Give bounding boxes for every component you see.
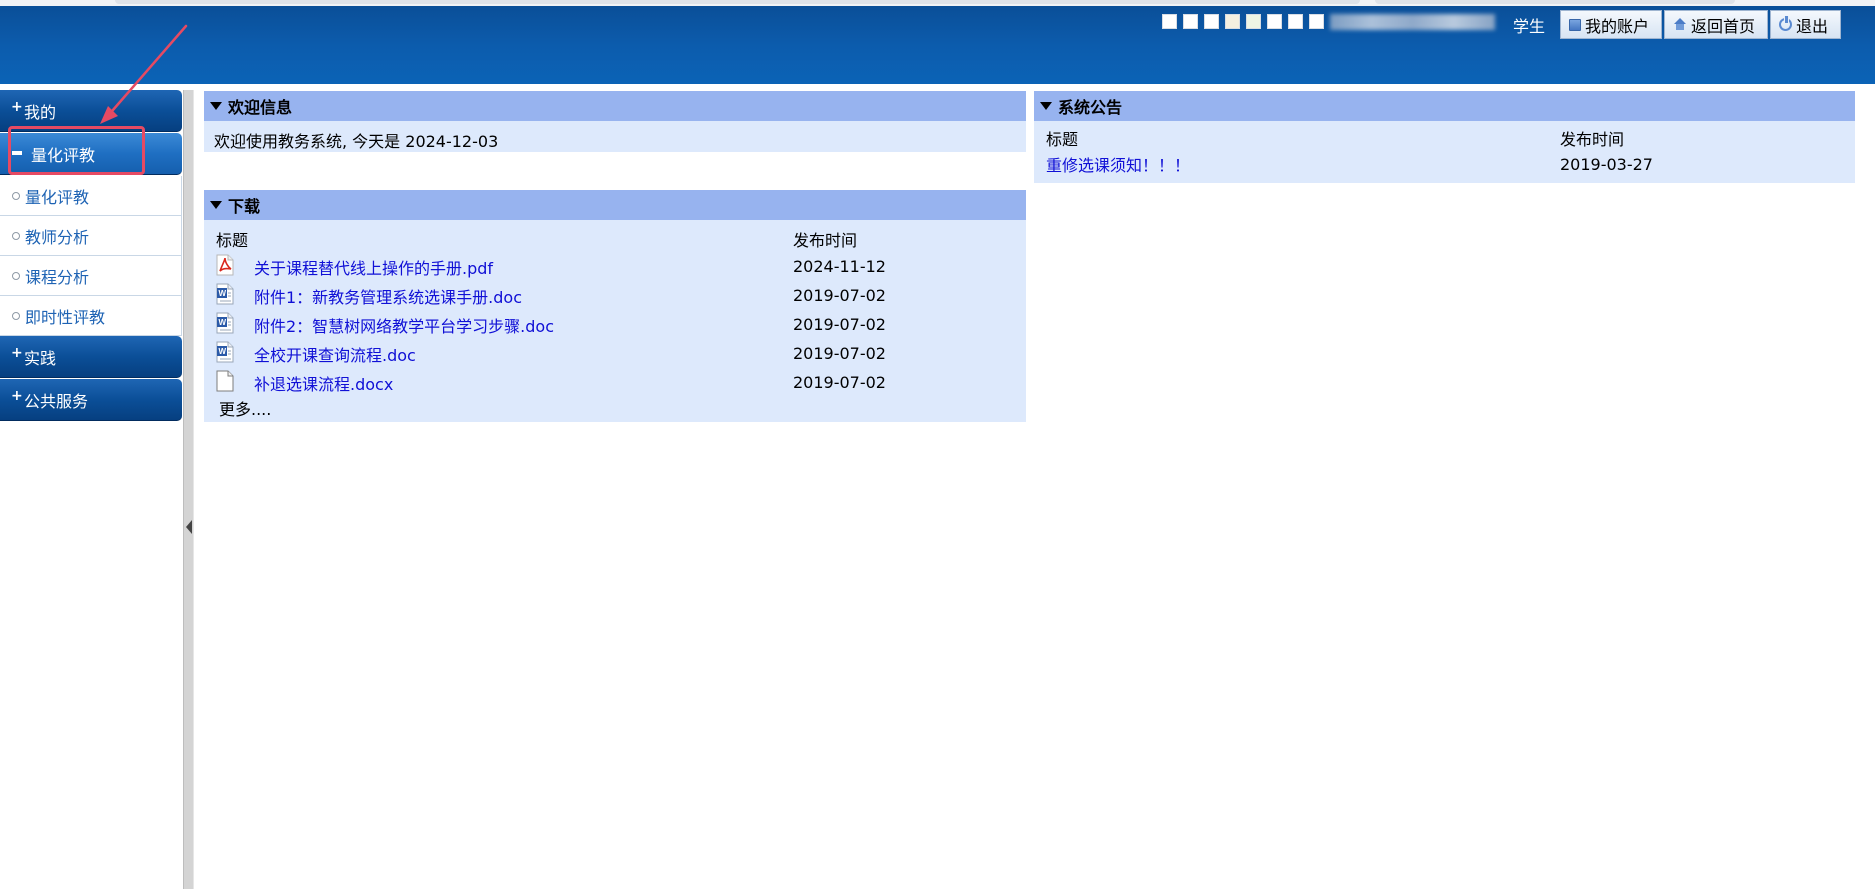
home-icon	[1673, 17, 1687, 32]
sidebar-item-quantitative-evaluation[interactable]: 量化评教	[0, 176, 182, 216]
publish-date: 2019-07-02	[793, 315, 886, 334]
collapse-arrow-icon[interactable]	[186, 520, 192, 534]
word-doc-icon: W	[216, 341, 234, 363]
download-link[interactable]: 附件1：新教务管理系统选课手册.doc	[254, 284, 522, 308]
sidebar-item-teacher-analysis[interactable]: 教师分析	[0, 216, 182, 256]
collapse-triangle-icon[interactable]	[1040, 102, 1052, 110]
logout-button[interactable]: 退出	[1770, 10, 1842, 39]
publish-date: 2019-07-02	[793, 373, 886, 392]
bullet-icon	[12, 311, 20, 320]
download-link[interactable]: 全校开课查询流程.doc	[254, 342, 416, 366]
account-icon	[1569, 18, 1581, 31]
collapse-triangle-icon[interactable]	[210, 102, 222, 110]
user-name-redacted	[1330, 14, 1495, 30]
svg-text:W: W	[219, 289, 227, 298]
publish-date: 2019-07-02	[793, 286, 886, 305]
sidebar-section-label: 我的	[24, 102, 57, 122]
sidebar-section-label: 量化评教	[31, 145, 96, 165]
table-row: W 附件2：智慧树网络教学平台学习步骤.doc 2019-07-02	[204, 310, 1026, 339]
table-row: W 附件1：新教务管理系统选课手册.doc 2019-07-02	[204, 281, 1026, 310]
table-row: W 全校开课查询流程.doc 2019-07-02	[204, 339, 1026, 368]
sidebar-item-label: 课程分析	[25, 267, 90, 287]
plus-icon: +	[11, 345, 23, 361]
more-row: 更多....	[204, 397, 1026, 419]
pdf-icon	[216, 254, 234, 276]
more-link[interactable]: 更多....	[219, 396, 271, 420]
top-banner: 学生 我的账户 返回首页 退出	[0, 0, 1875, 84]
system-notice-title: 系统公告	[1058, 98, 1123, 117]
word-doc-icon: W	[216, 283, 234, 305]
return-home-label: 返回首页	[1691, 16, 1756, 36]
sidebar-section-practice[interactable]: + 实践	[0, 336, 182, 378]
svg-text:W: W	[219, 318, 227, 327]
welcome-text: 欢迎使用教务系统, 今天是 2024-12-03	[214, 132, 499, 151]
logout-label: 退出	[1796, 16, 1829, 36]
table-row: 补退选课流程.docx 2019-07-02	[204, 368, 1026, 397]
publish-date: 2019-03-27	[1560, 154, 1653, 174]
my-account-label: 我的账户	[1585, 16, 1650, 36]
welcome-panel: 欢迎信息 欢迎使用教务系统, 今天是 2024-12-03	[204, 91, 1026, 152]
column-header-date: 发布时间	[793, 231, 858, 250]
sidebar-item-instant-evaluation[interactable]: 即时性评教	[0, 296, 182, 336]
table-row: 重修选课须知！！！ 2019-03-27	[1034, 151, 1855, 177]
sidebar-item-course-analysis[interactable]: 课程分析	[0, 256, 182, 296]
download-link[interactable]: 关于课程替代线上操作的手册.pdf	[254, 255, 493, 279]
bullet-icon	[12, 231, 20, 240]
system-notice-panel: 系统公告 标题 发布时间 重修选课须知！！！ 2019-03-27	[1034, 91, 1855, 183]
svg-text:W: W	[219, 347, 227, 356]
sidebar-section-label: 公共服务	[24, 391, 89, 411]
my-account-button[interactable]: 我的账户	[1560, 10, 1663, 39]
download-link[interactable]: 附件2：智慧树网络教学平台学习步骤.doc	[254, 313, 554, 337]
publish-date: 2019-07-02	[793, 344, 886, 363]
blank-file-icon	[216, 370, 234, 392]
minus-icon	[12, 151, 22, 155]
download-panel-title: 下载	[228, 197, 261, 216]
column-header-title: 标题	[1046, 130, 1079, 149]
return-home-button[interactable]: 返回首页	[1664, 10, 1769, 39]
system-notice-header: 系统公告	[1034, 91, 1855, 121]
top-buttons: 我的账户 返回首页 退出	[1560, 10, 1842, 39]
plus-icon: +	[11, 99, 23, 115]
sidebar-section-label: 实践	[24, 348, 57, 368]
table-header-row: 标题 发布时间	[204, 226, 1026, 252]
download-link[interactable]: 补退选课流程.docx	[254, 371, 393, 395]
browser-strip	[0, 0, 1875, 6]
user-avatar-squares	[1162, 14, 1324, 29]
word-doc-icon: W	[216, 312, 234, 334]
sidebar-item-label: 即时性评教	[25, 307, 106, 327]
column-header-date: 发布时间	[1560, 130, 1625, 149]
bullet-icon	[12, 191, 20, 200]
download-table: 标题 发布时间 关于课程替代线上操作的手册.pdf 2024-11-12 W 附…	[204, 220, 1026, 419]
search-bar-edge	[1375, 0, 1735, 4]
welcome-panel-header: 欢迎信息	[204, 91, 1026, 121]
notice-link[interactable]: 重修选课须知！！！	[1046, 152, 1190, 176]
plus-icon: +	[11, 388, 23, 404]
sidebar-section-mine[interactable]: + 我的	[0, 90, 182, 132]
notice-table: 标题 发布时间 重修选课须知！！！ 2019-03-27	[1034, 121, 1855, 177]
table-header-row: 标题 发布时间	[1034, 125, 1855, 151]
download-panel-header: 下载	[204, 190, 1026, 220]
download-panel: 下载 标题 发布时间 关于课程替代线上操作的手册.pdf 2024-11-12 …	[204, 190, 1026, 422]
sidebar-item-label: 教师分析	[25, 227, 90, 247]
column-header-title: 标题	[216, 231, 249, 250]
sidebar-splitter[interactable]	[183, 90, 194, 889]
table-row: 关于课程替代线上操作的手册.pdf 2024-11-12	[204, 252, 1026, 281]
sidebar-item-label: 量化评教	[25, 187, 90, 207]
power-icon	[1779, 16, 1793, 31]
collapse-triangle-icon[interactable]	[210, 201, 222, 209]
bullet-icon	[12, 271, 20, 280]
sidebar: + 我的 量化评教 量化评教 教师分析 课程分析 即时性评教 + 实践 + 公共…	[0, 90, 182, 422]
publish-date: 2024-11-12	[793, 257, 886, 276]
sidebar-section-public-service[interactable]: + 公共服务	[0, 379, 182, 421]
sidebar-section-evaluation[interactable]: 量化评教	[0, 133, 182, 175]
welcome-panel-title: 欢迎信息	[228, 98, 293, 117]
user-role: 学生	[1513, 17, 1546, 36]
address-bar-edge	[115, 0, 1360, 4]
